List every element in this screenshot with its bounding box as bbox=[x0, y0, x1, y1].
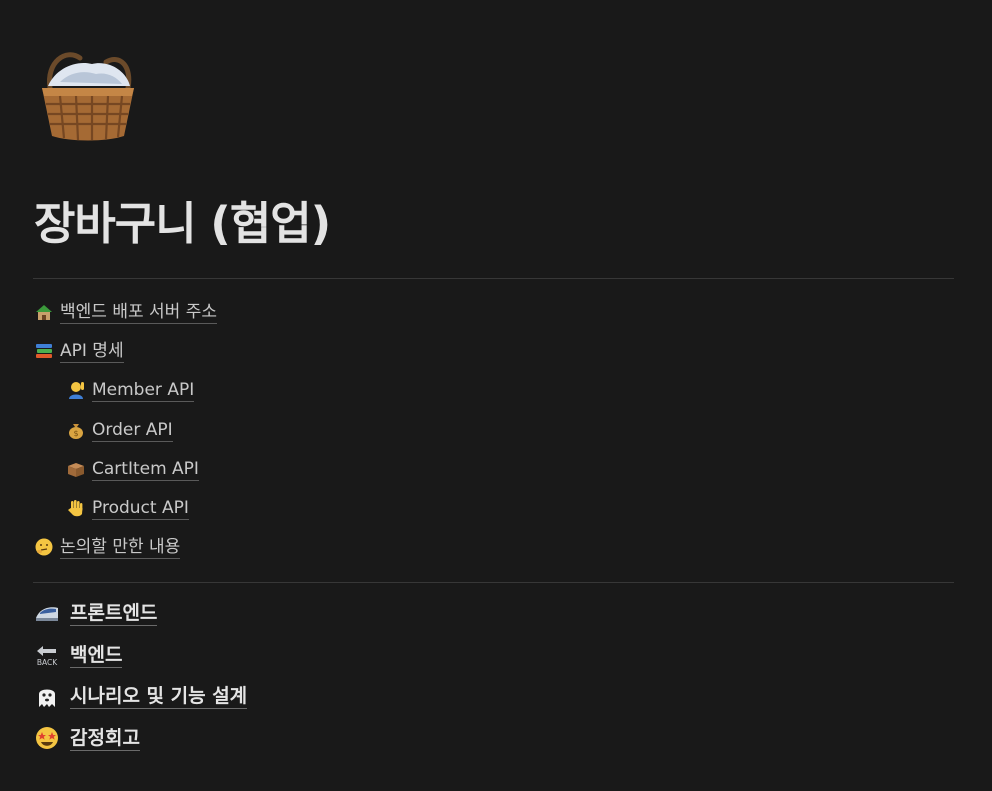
basket-icon[interactable] bbox=[36, 44, 140, 144]
link-label: Order API bbox=[92, 419, 173, 442]
section-backend[interactable]: BACK 백엔드 bbox=[34, 640, 123, 670]
section-emotion-retrospective[interactable]: 감정회고 bbox=[34, 723, 140, 753]
section-label: 프론트엔드 bbox=[70, 601, 158, 626]
money-bag-icon: $ bbox=[66, 420, 86, 440]
section-scenario-feature-design[interactable]: 시나리오 및 기능 설계 bbox=[34, 681, 248, 711]
link-label: Member API bbox=[92, 379, 195, 402]
person-raising-hand-icon bbox=[66, 380, 86, 400]
divider bbox=[33, 278, 954, 279]
page-title: 장바구니 (협업) bbox=[34, 197, 331, 250]
link-label: API 명세 bbox=[60, 340, 124, 363]
link-label: CartItem API bbox=[92, 458, 199, 481]
svg-text:$: $ bbox=[73, 429, 78, 438]
link-product-api[interactable]: Product API bbox=[66, 495, 189, 521]
hut-icon bbox=[34, 302, 54, 322]
page: 장바구니 (협업) 백엔드 배포 서버 주소 API 명세 Member API… bbox=[0, 0, 992, 791]
link-order-api[interactable]: $ Order API bbox=[66, 417, 173, 443]
section-frontend[interactable]: 프론트엔드 bbox=[34, 598, 158, 628]
section-label: 백엔드 bbox=[70, 643, 123, 668]
raised-hand-icon bbox=[66, 498, 86, 518]
link-member-api[interactable]: Member API bbox=[66, 377, 195, 403]
back-arrow-icon: BACK bbox=[34, 642, 60, 668]
link-discussion-topics[interactable]: 논의할 만한 내용 bbox=[34, 534, 181, 560]
section-label: 시나리오 및 기능 설계 bbox=[70, 684, 248, 709]
link-cartitem-api[interactable]: CartItem API bbox=[66, 456, 199, 482]
link-label: Product API bbox=[92, 497, 189, 520]
link-backend-server-address[interactable]: 백엔드 배포 서버 주소 bbox=[34, 299, 217, 325]
divider bbox=[33, 582, 954, 583]
svg-text:BACK: BACK bbox=[37, 658, 58, 667]
ghost-icon bbox=[34, 683, 60, 709]
link-label: 논의할 만한 내용 bbox=[60, 536, 181, 559]
thinking-face-icon bbox=[34, 537, 54, 557]
bullet-train-icon bbox=[34, 600, 60, 626]
link-api-spec[interactable]: API 명세 bbox=[34, 338, 124, 364]
star-struck-icon bbox=[34, 725, 60, 751]
link-label: 백엔드 배포 서버 주소 bbox=[60, 301, 217, 324]
section-label: 감정회고 bbox=[70, 726, 140, 751]
box-icon bbox=[66, 459, 86, 479]
books-icon bbox=[34, 341, 54, 361]
